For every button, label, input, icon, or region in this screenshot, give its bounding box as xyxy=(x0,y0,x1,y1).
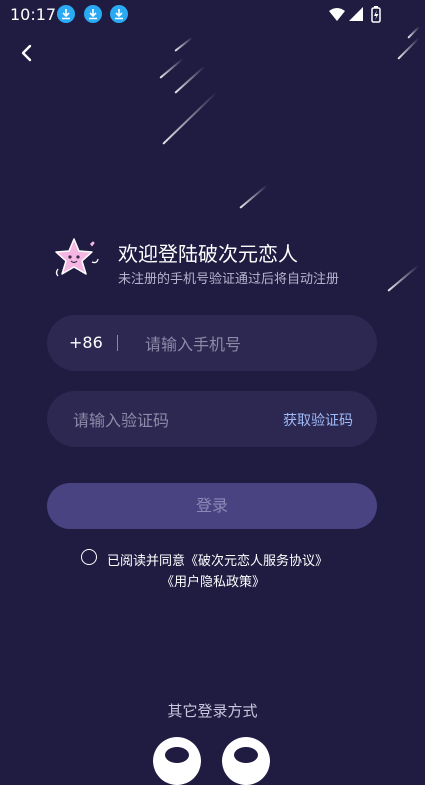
system-icons xyxy=(327,6,397,28)
chevron-left-icon xyxy=(21,44,32,62)
battery-charging-icon xyxy=(371,6,381,23)
star-mascot-icon xyxy=(52,236,102,282)
status-time: 10:17 xyxy=(10,5,57,24)
meteor-decoration xyxy=(162,91,218,145)
meteor-decoration xyxy=(239,184,269,209)
login-button[interactable]: 登录 xyxy=(47,483,377,529)
agreement-text[interactable]: 已阅读并同意《破次元恋人服务协议》 xyxy=(107,550,328,569)
signal-icon xyxy=(349,7,363,21)
phone-field: +86 xyxy=(47,315,377,373)
welcome-subtitle: 未注册的手机号验证通过后将自动注册 xyxy=(118,272,340,287)
alt-login-icon xyxy=(234,747,258,763)
verification-code-input[interactable] xyxy=(71,391,265,449)
phone-input[interactable] xyxy=(143,315,367,373)
agreement-checkbox[interactable] xyxy=(81,549,97,565)
meteor-decoration xyxy=(174,65,206,94)
wifi-icon xyxy=(329,8,345,21)
download-icon xyxy=(57,5,75,23)
download-icon xyxy=(110,5,128,23)
field-divider xyxy=(117,335,118,351)
get-code-button[interactable]: 获取验证码 xyxy=(283,410,353,430)
back-button[interactable] xyxy=(14,40,40,66)
verification-code-field: 获取验证码 xyxy=(47,391,377,449)
download-icon xyxy=(84,5,102,23)
meteor-decoration xyxy=(174,36,193,52)
alt-login-button[interactable] xyxy=(222,737,270,785)
status-bar: 10:17 xyxy=(0,0,425,30)
welcome-title: 欢迎登陆破次元恋人 xyxy=(118,242,298,266)
alt-login-button[interactable] xyxy=(153,737,201,785)
privacy-policy-link[interactable]: 《用户隐私政策》 xyxy=(161,571,265,590)
meteor-decoration xyxy=(397,37,420,60)
other-login-label: 其它登录方式 xyxy=(167,702,258,720)
country-code-selector[interactable]: +86 xyxy=(69,333,103,352)
meteor-decoration xyxy=(387,264,420,292)
meteor-decoration xyxy=(159,57,184,79)
alt-login-icon xyxy=(165,747,189,763)
